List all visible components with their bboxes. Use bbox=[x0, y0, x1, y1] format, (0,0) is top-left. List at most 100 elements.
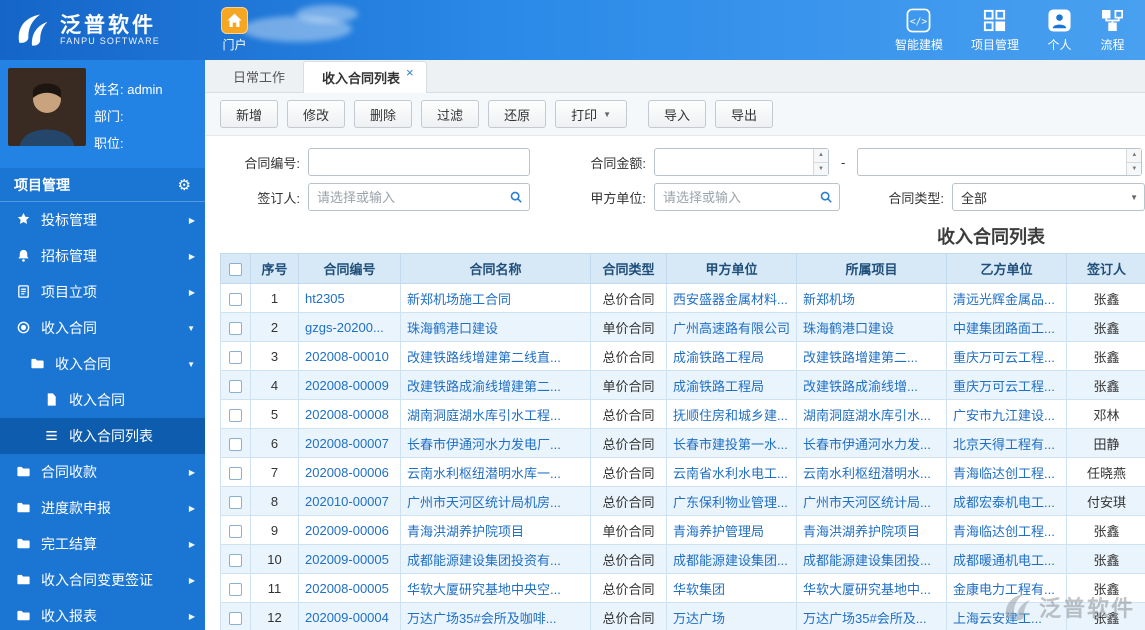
select-all-checkbox[interactable] bbox=[229, 263, 242, 277]
cell-link[interactable]: 新郑机场施工合同 bbox=[407, 292, 511, 307]
cell-link[interactable]: 抚顺住房和城乡建... bbox=[673, 408, 788, 423]
cell-link[interactable]: 202009-00005 bbox=[305, 552, 389, 567]
cell-link[interactable]: 202010-00007 bbox=[305, 494, 389, 509]
cell-link[interactable]: 成渝铁路工程局 bbox=[673, 379, 764, 394]
cell-link[interactable]: 珠海鹤港口建设 bbox=[803, 321, 894, 336]
cell-link[interactable]: 成都能源建设集团投... bbox=[803, 553, 931, 568]
cell-link[interactable]: 202009-00006 bbox=[305, 523, 389, 538]
cell-link[interactable]: 北京天得工程有... bbox=[953, 437, 1055, 452]
nav-project[interactable]: 项目管理 bbox=[971, 8, 1019, 53]
column-header[interactable]: 序号 bbox=[250, 253, 299, 284]
cell-link[interactable]: 成都暖通机电工... bbox=[953, 553, 1055, 568]
row-checkbox[interactable] bbox=[229, 321, 242, 335]
column-header[interactable]: 合同编号 bbox=[298, 253, 401, 284]
column-header[interactable]: 合同类型 bbox=[590, 253, 667, 284]
cell-link[interactable]: 202008-00008 bbox=[305, 407, 389, 422]
cell-link[interactable]: 重庆万可云工程... bbox=[953, 379, 1055, 394]
table-row[interactable]: 5 202008-00008 湖南洞庭湖水库引水工程... 总价合同 抚顺住房和城乡建.… bbox=[220, 399, 1145, 429]
cell-link[interactable]: ht2305 bbox=[305, 291, 345, 306]
search-icon[interactable] bbox=[509, 190, 523, 204]
tab-0[interactable]: 日常工作 bbox=[215, 60, 303, 92]
signer-input[interactable] bbox=[308, 183, 530, 211]
cell-link[interactable]: gzgs-20200... bbox=[305, 320, 384, 335]
table-row[interactable]: 9 202009-00006 青海洪湖养护院项目 单价合同 青海养护管理局 青海洪湖养护院… bbox=[220, 515, 1145, 545]
row-checkbox[interactable] bbox=[229, 524, 242, 538]
sidebar-item-2[interactable]: 项目立项 ▶ bbox=[0, 274, 205, 310]
cell-link[interactable]: 广东保利物业管理... bbox=[673, 495, 788, 510]
import-button[interactable]: 导入 bbox=[648, 100, 707, 128]
cell-link[interactable]: 成都宏泰机电工... bbox=[953, 495, 1055, 510]
column-header[interactable]: 签订人 bbox=[1066, 253, 1145, 284]
cell-link[interactable]: 万达广场35#会所及... bbox=[803, 611, 927, 626]
cell-link[interactable]: 湖南洞庭湖水库引水... bbox=[803, 408, 931, 423]
add-button[interactable]: 新增 bbox=[220, 100, 279, 128]
cell-link[interactable]: 长春市伊通河水力发电厂... bbox=[407, 437, 561, 452]
row-checkbox[interactable] bbox=[229, 466, 242, 480]
cell-link[interactable]: 重庆万可云工程... bbox=[953, 350, 1055, 365]
cell-link[interactable]: 改建铁路成渝线增... bbox=[803, 379, 918, 394]
cell-link[interactable]: 青海洪湖养护院项目 bbox=[803, 524, 920, 539]
cell-link[interactable]: 长春市建投第一水... bbox=[673, 437, 788, 452]
contract-no-input[interactable] bbox=[308, 148, 530, 176]
sidebar-item-0[interactable]: 投标管理 ▶ bbox=[0, 202, 205, 238]
cell-link[interactable]: 成渝铁路工程局 bbox=[673, 350, 764, 365]
row-checkbox[interactable] bbox=[229, 611, 242, 625]
row-checkbox[interactable] bbox=[229, 292, 242, 306]
cell-link[interactable]: 202008-00010 bbox=[305, 349, 389, 364]
cell-link[interactable]: 华软大厦研究基地中央空... bbox=[407, 582, 561, 597]
table-row[interactable]: 3 202008-00010 改建铁路线增建第二线直... 总价合同 成渝铁路工程局 改建… bbox=[220, 341, 1145, 371]
stepper-icon[interactable]: ▲ ▼ bbox=[813, 149, 828, 175]
cell-link[interactable]: 改建铁路线增建第二线直... bbox=[407, 350, 561, 365]
cell-link[interactable]: 万达广场 bbox=[673, 611, 725, 626]
table-row[interactable]: 12 202009-00004 万达广场35#会所及咖啡... 总价合同 万达广场 万达广… bbox=[220, 602, 1145, 630]
print-button[interactable]: 打印 ▼ bbox=[555, 100, 628, 128]
sidebar-item-3[interactable]: 收入合同 ▼ bbox=[0, 310, 205, 346]
cell-link[interactable]: 202008-00006 bbox=[305, 465, 389, 480]
cell-link[interactable]: 中建集团路面工... bbox=[953, 321, 1055, 336]
row-checkbox[interactable] bbox=[229, 350, 242, 364]
table-row[interactable]: 11 202008-00005 华软大厦研究基地中央空... 总价合同 华软集团 华软大厦… bbox=[220, 573, 1145, 603]
row-checkbox[interactable] bbox=[229, 495, 242, 509]
column-header[interactable]: 乙方单位 bbox=[946, 253, 1067, 284]
contract-type-select[interactable]: 全部 ▼ bbox=[952, 183, 1145, 211]
amount-max-input[interactable] bbox=[857, 148, 1143, 176]
row-checkbox[interactable] bbox=[229, 437, 242, 451]
delete-button[interactable]: 删除 bbox=[354, 100, 413, 128]
cell-link[interactable]: 青海临达创工程... bbox=[953, 524, 1055, 539]
cell-link[interactable]: 202008-00005 bbox=[305, 581, 389, 596]
cell-link[interactable]: 广州市天河区统计局... bbox=[803, 495, 931, 510]
modify-button[interactable]: 修改 bbox=[287, 100, 346, 128]
column-header[interactable]: 合同名称 bbox=[400, 253, 591, 284]
nav-personal[interactable]: 个人 bbox=[1047, 8, 1072, 53]
cell-link[interactable]: 珠海鹤港口建设 bbox=[407, 321, 498, 336]
cell-link[interactable]: 长春市伊通河水力发... bbox=[803, 437, 931, 452]
sidebar-item-1[interactable]: 招标管理 ▶ bbox=[0, 238, 205, 274]
cell-link[interactable]: 万达广场35#会所及咖啡... bbox=[407, 611, 557, 626]
sidebar-item-6[interactable]: 收入合同列表 bbox=[0, 418, 205, 454]
export-button[interactable]: 导出 bbox=[715, 100, 774, 128]
tab-1[interactable]: 收入合同列表 × bbox=[303, 61, 427, 93]
cell-link[interactable]: 成都能源建设集团... bbox=[673, 553, 788, 568]
cell-link[interactable]: 西安盛器金属材料... bbox=[673, 292, 788, 307]
table-row[interactable]: 8 202010-00007 广州市天河区统计局机房... 总价合同 广东保利物业管理.… bbox=[220, 486, 1145, 516]
gear-icon[interactable]: ⚙ bbox=[178, 176, 191, 194]
table-row[interactable]: 6 202008-00007 长春市伊通河水力发电厂... 总价合同 长春市建投第一水.… bbox=[220, 428, 1145, 458]
search-icon[interactable] bbox=[819, 190, 833, 204]
cell-link[interactable]: 湖南洞庭湖水库引水工程... bbox=[407, 408, 561, 423]
filter-button[interactable]: 过滤 bbox=[421, 100, 480, 128]
cell-link[interactable]: 清远光辉金属品... bbox=[953, 292, 1055, 307]
cell-link[interactable]: 青海洪湖养护院项目 bbox=[407, 524, 524, 539]
sidebar-item-9[interactable]: 完工结算 ▶ bbox=[0, 526, 205, 562]
sidebar-item-7[interactable]: 合同收款 ▶ bbox=[0, 454, 205, 490]
cell-link[interactable]: 上海云安建工... bbox=[953, 611, 1042, 626]
party-a-input[interactable] bbox=[654, 183, 840, 211]
cell-link[interactable]: 改建铁路增建第二... bbox=[803, 350, 918, 365]
cell-link[interactable]: 金康电力工程有... bbox=[953, 582, 1055, 597]
cell-link[interactable]: 云南水利枢纽潜明水... bbox=[803, 466, 931, 481]
cell-link[interactable]: 华软集团 bbox=[673, 582, 725, 597]
row-checkbox[interactable] bbox=[229, 553, 242, 567]
row-checkbox[interactable] bbox=[229, 408, 242, 422]
row-checkbox[interactable] bbox=[229, 582, 242, 596]
cell-link[interactable]: 202008-00009 bbox=[305, 378, 389, 393]
cell-link[interactable]: 云南水利枢纽潜明水库一... bbox=[407, 466, 561, 481]
